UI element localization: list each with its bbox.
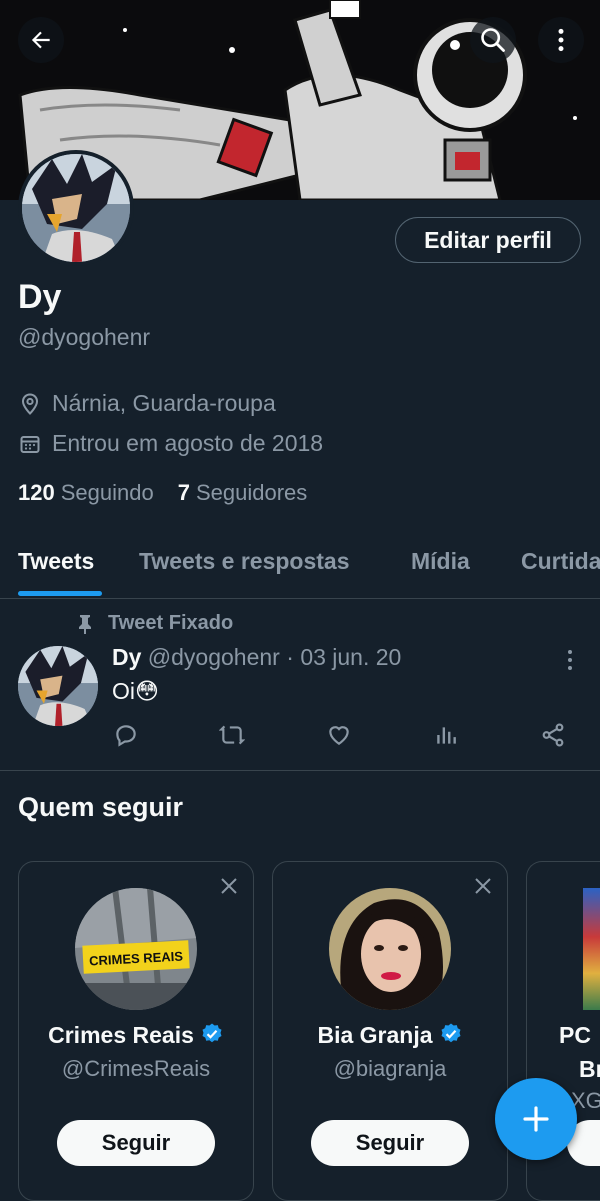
pinned-indicator: Tweet Fixado [76, 612, 233, 635]
tweet-separator: · [286, 644, 294, 670]
following-label: Seguindo [60, 480, 154, 505]
profile-name: Dy [18, 278, 62, 316]
compose-tweet-button[interactable] [495, 1078, 577, 1160]
followers-label: Seguidores [195, 480, 308, 505]
suggestion-name[interactable]: PC [559, 1022, 591, 1049]
pinned-label: Tweet Fixado [108, 612, 234, 634]
suggestion-name-text: Crimes Reais [48, 1022, 194, 1048]
verified-badge-icon [202, 1023, 222, 1043]
suggestion-card[interactable]: CRIMES REAIS Crimes Reais @CrimesReais S… [18, 861, 254, 1201]
tweet-author-name[interactable]: Dy [112, 644, 141, 670]
pin-icon [79, 614, 91, 634]
tweet-more-button[interactable] [560, 648, 580, 677]
heart-icon [329, 726, 349, 745]
tweet-date[interactable]: 03 jun. 20 [300, 644, 401, 670]
analytics-icon [437, 727, 456, 744]
who-to-follow-title: Quem seguir [18, 792, 184, 822]
arrow-left-icon [31, 31, 50, 49]
suggestion-name-text: Bia Granja [317, 1022, 433, 1048]
suggestion-name[interactable]: Crimes Reais [19, 1022, 253, 1049]
location-text: Nárnia, Guarda-roupa [52, 390, 276, 416]
bia-granja-avatar-image [329, 888, 451, 1010]
follow-stats: 120 Seguindo 7 Seguidores [18, 480, 307, 506]
profile-joined: Entrou em agosto de 2018 [18, 430, 323, 457]
profile-tabs: Tweets Tweets e respostas Mídia Curtidas [0, 540, 600, 599]
suggestion-handle: @CrimesReais [61, 1056, 211, 1081]
section-divider [0, 770, 600, 771]
reply-button[interactable] [113, 722, 139, 753]
tweet-author-avatar[interactable] [18, 646, 98, 726]
suggestion-avatar[interactable]: CRIMES REAIS [75, 888, 197, 1010]
dismiss-button[interactable] [219, 876, 239, 901]
joined-text: Entrou em agosto de 2018 [52, 430, 324, 456]
close-icon [475, 878, 491, 894]
plus-icon [523, 1106, 549, 1132]
profile-avatar[interactable] [18, 150, 134, 266]
followers-link[interactable]: 7 Seguidores [178, 480, 308, 506]
tab-tweets[interactable]: Tweets [18, 548, 94, 575]
tweet-text: Oi😳 [112, 678, 159, 704]
like-button[interactable] [326, 722, 352, 753]
suggestion-name[interactable]: Bia Granja [273, 1022, 507, 1049]
more-vertical-icon [558, 28, 564, 52]
followers-count: 7 [177, 480, 190, 505]
crimes-reais-avatar-image: CRIMES REAIS [75, 888, 197, 1010]
share-icon [542, 723, 564, 747]
search-icon [481, 28, 505, 52]
more-vertical-icon [568, 650, 572, 670]
share-button[interactable] [540, 722, 566, 753]
analytics-button[interactable] [433, 722, 459, 753]
following-link[interactable]: 120 Seguindo [18, 480, 154, 506]
following-count: 120 [18, 480, 55, 505]
back-button[interactable] [18, 17, 64, 63]
tab-likes[interactable]: Curtidas [521, 548, 600, 575]
close-icon [221, 878, 237, 894]
more-options-button[interactable] [538, 17, 584, 63]
retweet-button[interactable] [218, 722, 246, 753]
profile-location: Nárnia, Guarda-roupa [18, 390, 276, 417]
verified-badge-icon [441, 1023, 461, 1043]
tab-media[interactable]: Mídia [411, 548, 470, 575]
suggestion-avatar[interactable] [583, 888, 600, 1010]
follow-button[interactable]: Seguir [311, 1120, 469, 1166]
active-tab-indicator [18, 591, 102, 596]
suggestion-card[interactable]: Bia Granja @biagranja Seguir [272, 861, 508, 1201]
retweet-icon [218, 725, 246, 745]
suggestion-avatar[interactable] [329, 888, 451, 1010]
suggestion-name-line2: Br [579, 1056, 600, 1082]
tweet-header: Dy @dyogohenr · 03 jun. 20 [112, 644, 401, 671]
tab-tweets-replies[interactable]: Tweets e respostas [139, 548, 350, 575]
location-pin-icon [21, 392, 39, 415]
profile-handle: @dyogohenr [18, 324, 151, 350]
dismiss-button[interactable] [473, 876, 493, 901]
edit-profile-button[interactable]: Editar perfil [395, 217, 581, 263]
tweet-author-handle[interactable]: @dyogohenr [148, 644, 280, 670]
suggestion-handle: @biagranja [333, 1056, 447, 1081]
avatar-image [18, 646, 98, 726]
avatar-image [22, 154, 130, 262]
follow-button[interactable]: Seguir [57, 1120, 215, 1166]
calendar-icon [20, 435, 40, 453]
reply-icon [116, 725, 136, 747]
search-button[interactable] [470, 17, 516, 63]
